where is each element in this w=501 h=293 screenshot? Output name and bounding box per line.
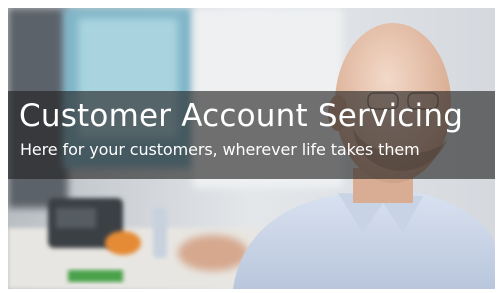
title-overlay: Customer Account Servicing Here for your… <box>8 91 495 179</box>
hero-banner: Customer Account Servicing Here for your… <box>8 8 495 289</box>
hero-subtitle: Here for your customers, wherever life t… <box>20 140 420 159</box>
hero-title: Customer Account Servicing <box>19 98 464 134</box>
